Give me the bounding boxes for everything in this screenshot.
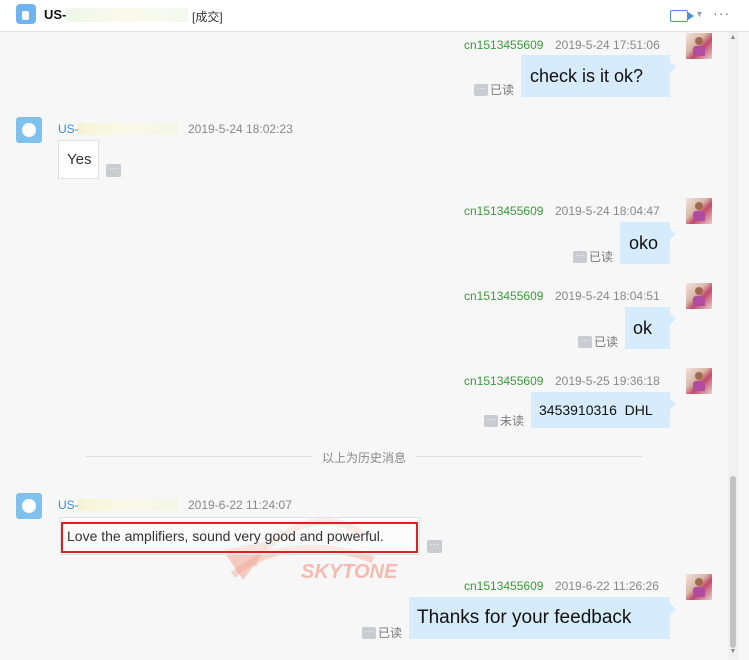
- more-dots-icon[interactable]: ···: [573, 250, 587, 263]
- message-time: 2019-5-24 18:04:47: [555, 204, 660, 218]
- sender-name: cn1513455609: [464, 38, 544, 52]
- highlight-box: [61, 522, 418, 553]
- read-receipt: ··· 已读: [573, 248, 613, 265]
- sender-name: cn1513455609: [464, 374, 544, 388]
- message-bubble: check is it ok?: [521, 55, 676, 97]
- svg-text:SKYTONE: SKYTONE: [301, 561, 398, 583]
- history-divider-label: 以上为历史消息: [322, 451, 407, 465]
- avatar[interactable]: [686, 368, 712, 394]
- divider-line: [416, 456, 642, 457]
- redacted-name: [78, 499, 178, 511]
- contact-name-label: US-: [58, 122, 79, 136]
- message-bubble: oko: [620, 222, 676, 264]
- read-receipt: ··· 未读: [484, 412, 524, 429]
- redacted-name: [78, 123, 178, 135]
- more-dots-icon[interactable]: ···: [427, 540, 442, 553]
- read-receipt: ··· 已读: [474, 81, 514, 98]
- avatar[interactable]: [686, 574, 712, 600]
- scroll-up-icon[interactable]: ▲: [728, 34, 738, 41]
- sender-name: cn1513455609: [464, 204, 544, 218]
- contact-avatar-icon[interactable]: [16, 4, 36, 24]
- read-receipt: ··· 已读: [362, 624, 402, 641]
- chevron-down-icon[interactable]: ▼: [695, 9, 704, 19]
- message-bubble: 3453910316 DHL: [531, 392, 676, 428]
- more-dots-icon[interactable]: ···: [578, 335, 592, 348]
- more-dots-icon[interactable]: ···: [362, 626, 376, 639]
- video-camera-icon[interactable]: [670, 10, 694, 22]
- avatar[interactable]: [686, 198, 712, 224]
- deal-status: [成交]: [192, 10, 223, 24]
- message-bubble: Thanks for your feedback: [409, 597, 676, 639]
- message-time: 2019-5-24 18:04:51: [555, 289, 660, 303]
- contact-name: US-: [44, 7, 67, 22]
- ellipsis-icon[interactable]: ···: [713, 5, 730, 21]
- avatar[interactable]: [686, 33, 712, 59]
- sender-name: cn1513455609: [464, 579, 544, 593]
- divider-line: [86, 456, 312, 457]
- more-dots-icon[interactable]: ···: [474, 83, 488, 96]
- scroll-down-icon[interactable]: ▼: [728, 648, 738, 655]
- message-time: 2019-5-25 19:36:18: [555, 374, 660, 388]
- message-time: 2019-5-24 18:02:23: [188, 122, 293, 136]
- message-time: 2019-5-24 17:51:06: [555, 38, 660, 52]
- contact-name-label: US-: [58, 498, 79, 512]
- scrollbar[interactable]: ▲ ▼: [728, 32, 738, 660]
- redacted-name: [66, 8, 188, 22]
- read-receipt: ··· 已读: [578, 333, 618, 350]
- chat-header: US- [成交] ▼ ···: [0, 0, 749, 32]
- sender-name: cn1513455609: [464, 289, 544, 303]
- more-dots-icon[interactable]: ···: [106, 164, 121, 177]
- avatar[interactable]: [16, 493, 42, 519]
- avatar[interactable]: [686, 283, 712, 309]
- message-bubble: Yes: [58, 140, 99, 179]
- message-time: 2019-6-22 11:26:26: [555, 579, 659, 593]
- scroll-thumb[interactable]: [730, 476, 736, 648]
- message-time: 2019-6-22 11:24:07: [188, 498, 292, 512]
- message-bubble: ok: [625, 307, 676, 349]
- more-dots-icon[interactable]: ···: [484, 414, 498, 427]
- avatar[interactable]: [16, 117, 42, 143]
